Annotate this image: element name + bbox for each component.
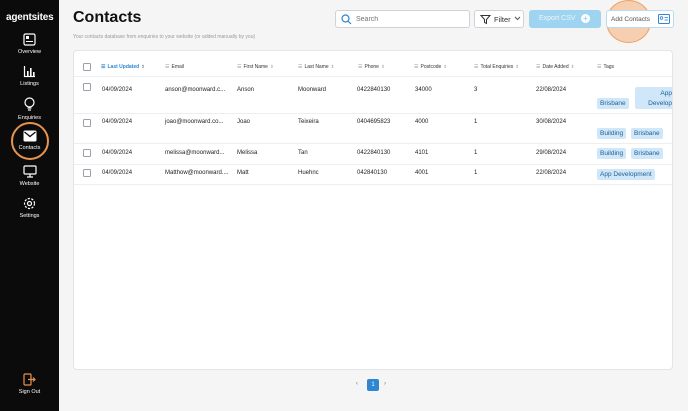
cell-total-enquiries: 1	[474, 170, 478, 176]
table-row[interactable]: 04/09/2024 anson@moonward.c... Anson Moo…	[74, 78, 672, 114]
cell-phone: 0422840130	[357, 87, 391, 93]
cell-postcode: 4101	[415, 150, 429, 156]
cell-first-name: Anson	[237, 87, 255, 93]
sidebar-item-label: Enquiries	[18, 115, 41, 121]
sidebar-item-overview[interactable]: Overview	[0, 33, 59, 55]
row-checkbox[interactable]	[83, 83, 91, 91]
column-header-postcode[interactable]: ☰ Postcode ⇕	[414, 64, 447, 70]
column-header-last-updated[interactable]: ☰ Last Updated ⇕	[101, 64, 145, 70]
page-title: Contacts	[73, 9, 142, 26]
search-icon	[341, 14, 352, 25]
cell-last-name: Teixeira	[298, 119, 319, 125]
cell-postcode: 4000	[415, 119, 429, 125]
sidebar-item-label: Settings	[19, 213, 40, 219]
page-button-current[interactable]: 1	[367, 379, 379, 391]
cell-date-added: 29/08/2024	[536, 150, 567, 156]
cell-last-updated: 04/09/2024	[102, 150, 133, 156]
column-header-tags[interactable]: ☰ Tags	[597, 64, 614, 70]
sign-out-icon	[23, 373, 36, 386]
cell-last-name: Huehnc	[298, 170, 319, 176]
tag-chip[interactable]: Building	[597, 148, 627, 159]
column-header-phone[interactable]: ☰ Phone ⇕	[358, 64, 385, 70]
cell-last-updated: 04/09/2024	[102, 87, 133, 93]
table-row[interactable]: 04/09/2024 joao@moonward.co... Joao Teix…	[74, 114, 672, 144]
tag-chip[interactable]: Brisbane	[597, 98, 629, 109]
table-row[interactable]: 04/09/2024 Matthow@moonward.... Matt Hue…	[74, 165, 672, 185]
sign-out-label: Sign Out	[18, 389, 41, 395]
tag-chip[interactable]: Brisbane	[631, 128, 663, 139]
export-csv-button[interactable]: Export CSV +	[529, 10, 601, 28]
cell-postcode: 34000	[415, 87, 432, 93]
row-checkbox[interactable]	[83, 169, 91, 177]
overview-icon	[23, 33, 36, 46]
chart-icon	[23, 66, 35, 78]
cell-last-updated: 04/09/2024	[102, 119, 133, 125]
gear-icon	[23, 197, 36, 210]
sidebar-item-enquiries[interactable]: Enquiries	[0, 97, 59, 121]
sidebar-item-label: Listings	[20, 81, 39, 87]
tag-chip[interactable]: Building	[597, 128, 627, 139]
table-header: ☰ Last Updated ⇕ ☰ Email ☰ First Name ⇕ ☰ Last…	[74, 59, 672, 77]
page-subtitle: Your contacts database from enquiries to…	[73, 34, 256, 40]
cell-first-name: Matt	[237, 170, 249, 176]
sidebar-item-settings[interactable]: Settings	[0, 197, 59, 219]
sidebar: agentsites Overview Listings Enquiries C…	[0, 0, 59, 411]
cell-total-enquiries: 1	[474, 150, 478, 156]
contact-card-icon	[658, 14, 670, 24]
prev-page-button[interactable]: ‹	[356, 381, 358, 387]
cell-last-updated: 04/09/2024	[102, 170, 133, 176]
cell-phone: 042840130	[357, 170, 388, 176]
row-checkbox[interactable]	[83, 119, 91, 127]
cell-first-name: Melissa	[237, 150, 258, 156]
cell-first-name: Joao	[237, 119, 251, 125]
sidebar-item-website[interactable]: Website	[0, 165, 59, 187]
add-contacts-button[interactable]: Add Contacts	[606, 10, 674, 28]
column-header-total-enquiries[interactable]: ☰ Total Enquiries ⇕	[474, 64, 519, 70]
cell-last-name: Moonward	[298, 87, 327, 93]
chevron-down-icon	[514, 16, 521, 21]
search-box[interactable]	[335, 10, 470, 28]
column-header-email[interactable]: ☰ Email	[165, 64, 184, 70]
tag-chip[interactable]: Brisbane	[631, 148, 663, 159]
tag-chip[interactable]: App Development	[597, 169, 655, 180]
contacts-table: ☰ Last Updated ⇕ ☰ Email ☰ First Name ⇕ ☰ Last…	[73, 50, 673, 370]
search-input[interactable]	[356, 13, 466, 26]
sidebar-item-label: Overview	[18, 49, 41, 55]
row-checkbox[interactable]	[83, 149, 91, 157]
app-logo: agentsites	[6, 12, 54, 23]
column-header-date-added[interactable]: ☰ Date Added ⇕	[536, 64, 574, 70]
select-all-checkbox[interactable]	[83, 63, 91, 71]
sidebar-item-label: Website	[19, 181, 40, 187]
cell-date-added: 30/08/2024	[536, 119, 567, 125]
cell-date-added: 22/08/2024	[536, 170, 567, 176]
active-highlight-ring	[11, 122, 49, 160]
table-row[interactable]: 04/09/2024 melissa@moonward... Melissa T…	[74, 144, 672, 165]
cell-email: anson@moonward.c...	[165, 87, 226, 93]
add-contacts-label: Add Contacts	[611, 16, 651, 23]
cell-email: Matthow@moonward....	[165, 170, 229, 176]
monitor-icon	[22, 165, 37, 178]
cell-last-name: Tan	[298, 150, 308, 156]
cell-phone: 0422840130	[357, 150, 391, 156]
cell-total-enquiries: 3	[474, 87, 478, 93]
export-csv-label: Export CSV	[539, 15, 576, 22]
filter-icon	[480, 15, 491, 25]
next-page-button[interactable]: ›	[384, 381, 386, 387]
cell-email: joao@moonward.co...	[165, 119, 224, 125]
cell-phone: 0404695823	[357, 119, 391, 125]
plus-icon: +	[581, 14, 590, 23]
filter-label: Filter	[494, 15, 511, 24]
cell-postcode: 4001	[415, 170, 429, 176]
column-header-last-name[interactable]: ☰ Last Name ⇕	[298, 64, 334, 70]
tag-chip[interactable]: App Develop	[635, 87, 672, 109]
column-header-first-name[interactable]: ☰ First Name ⇕	[237, 64, 274, 70]
sidebar-item-listings[interactable]: Listings	[0, 65, 59, 87]
lightbulb-icon	[24, 97, 35, 111]
cell-total-enquiries: 1	[474, 119, 478, 125]
cell-email: melissa@moonward...	[165, 150, 225, 156]
filter-button[interactable]: Filter	[474, 10, 524, 28]
sign-out-button[interactable]: Sign Out	[0, 373, 59, 395]
cell-date-added: 22/08/2024	[536, 87, 567, 93]
